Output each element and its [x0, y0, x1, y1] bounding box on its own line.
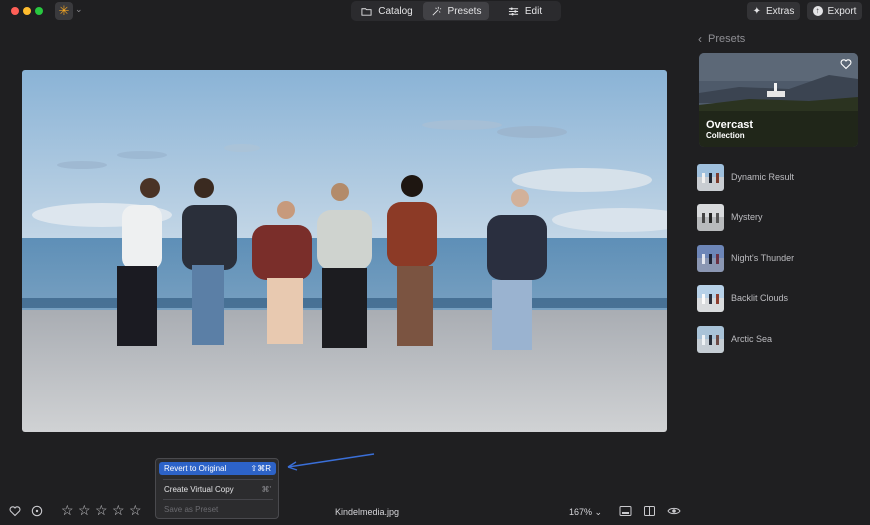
preset-item[interactable]: Dynamic Result: [697, 163, 867, 191]
menu-item-label: Revert to Original: [164, 464, 227, 473]
preset-thumbnail: [697, 284, 724, 312]
filename: Kindelmedia.jpg: [335, 507, 400, 517]
tab-edit-label: Edit: [524, 5, 543, 17]
export-arrow-icon: ↑: [812, 6, 823, 16]
preset-thumbnail: [697, 203, 724, 231]
heart-icon[interactable]: [840, 58, 852, 70]
menu-separator: [163, 479, 273, 480]
preset-label: Backlit Clouds: [731, 293, 789, 303]
preset-item[interactable]: Night's Thunder: [697, 244, 867, 272]
preset-item[interactable]: Arctic Sea: [697, 325, 867, 353]
bottom-bar: ☆ ☆ ☆ ☆ ☆ Kindelmedia.jpg 167% ⌄: [0, 499, 870, 525]
preset-item[interactable]: Mystery: [697, 203, 867, 231]
minimize-window-button[interactable]: [23, 7, 31, 15]
extras-label: Extras: [766, 5, 795, 17]
menu-item-shortcut: ⌘': [261, 485, 271, 494]
reject-icon[interactable]: [31, 505, 43, 517]
heart-icon[interactable]: [9, 505, 21, 517]
rating-star-1[interactable]: ☆: [61, 503, 74, 517]
title-bar: ✳ ⌄ Catalog Presets Edit ✦ Extras ↑ Expo…: [0, 0, 870, 22]
zoom-value: 167%: [569, 507, 593, 517]
preset-thumbnail: [697, 163, 724, 191]
collection-card[interactable]: Overcast Collection: [699, 53, 858, 147]
compare-icon[interactable]: [643, 505, 656, 517]
chevron-down-icon[interactable]: ⌄: [75, 4, 83, 15]
rating-star-5[interactable]: ☆: [129, 503, 142, 517]
collection-subtitle: Collection: [706, 131, 745, 140]
collection-title: Overcast: [706, 119, 754, 131]
zoom-dropdown[interactable]: 167% ⌄: [569, 507, 602, 518]
chevron-down-icon: ⌄: [594, 507, 603, 517]
tab-catalog-label: Catalog: [378, 5, 413, 17]
tab-presets[interactable]: Presets: [423, 2, 489, 20]
tab-edit[interactable]: Edit: [493, 2, 557, 20]
annotation-arrow: [287, 453, 375, 471]
sparkle-small-icon: ✦: [752, 5, 762, 17]
preset-thumbnail: [697, 325, 724, 353]
rating-star-4[interactable]: ☆: [112, 503, 125, 517]
chevron-left-icon: ‹: [698, 32, 702, 46]
zoom-window-button[interactable]: [35, 7, 43, 15]
menu-item-shortcut: ⇧⌘R: [250, 464, 271, 473]
presets-icon: [432, 6, 441, 15]
eye-icon[interactable]: [667, 505, 681, 517]
menu-item-revert-to-original[interactable]: Revert to Original ⇧⌘R: [159, 462, 276, 475]
extras-button[interactable]: ✦ Extras: [747, 2, 800, 20]
sparkle-icon[interactable]: ✳: [55, 2, 73, 20]
photo-canvas: [22, 70, 667, 432]
preset-label: Mystery: [731, 212, 763, 222]
preset-item[interactable]: Backlit Clouds: [697, 284, 867, 312]
preset-label: Night's Thunder: [731, 253, 795, 263]
menu-item-label: Create Virtual Copy: [164, 485, 234, 494]
menu-item-create-virtual-copy[interactable]: Create Virtual Copy ⌘': [159, 483, 276, 496]
export-label: Export: [827, 5, 857, 17]
main-photo[interactable]: [22, 70, 667, 432]
folder-icon: [361, 7, 372, 16]
tab-presets-label: Presets: [447, 5, 482, 17]
close-window-button[interactable]: [11, 7, 19, 15]
tab-catalog[interactable]: Catalog: [355, 2, 419, 20]
preset-thumbnail: [697, 244, 724, 272]
mode-switcher: Catalog Presets Edit: [351, 1, 561, 21]
preset-label: Arctic Sea: [731, 334, 773, 344]
export-button[interactable]: ↑ Export: [807, 2, 862, 20]
preset-label: Dynamic Result: [731, 172, 795, 182]
rating-star-2[interactable]: ☆: [78, 503, 91, 517]
filmstrip-icon[interactable]: [619, 505, 632, 517]
presets-back-button[interactable]: ‹ Presets: [698, 32, 745, 46]
rating-star-3[interactable]: ☆: [95, 503, 108, 517]
presets-back-label: Presets: [708, 33, 746, 45]
sliders-icon: [508, 7, 518, 15]
